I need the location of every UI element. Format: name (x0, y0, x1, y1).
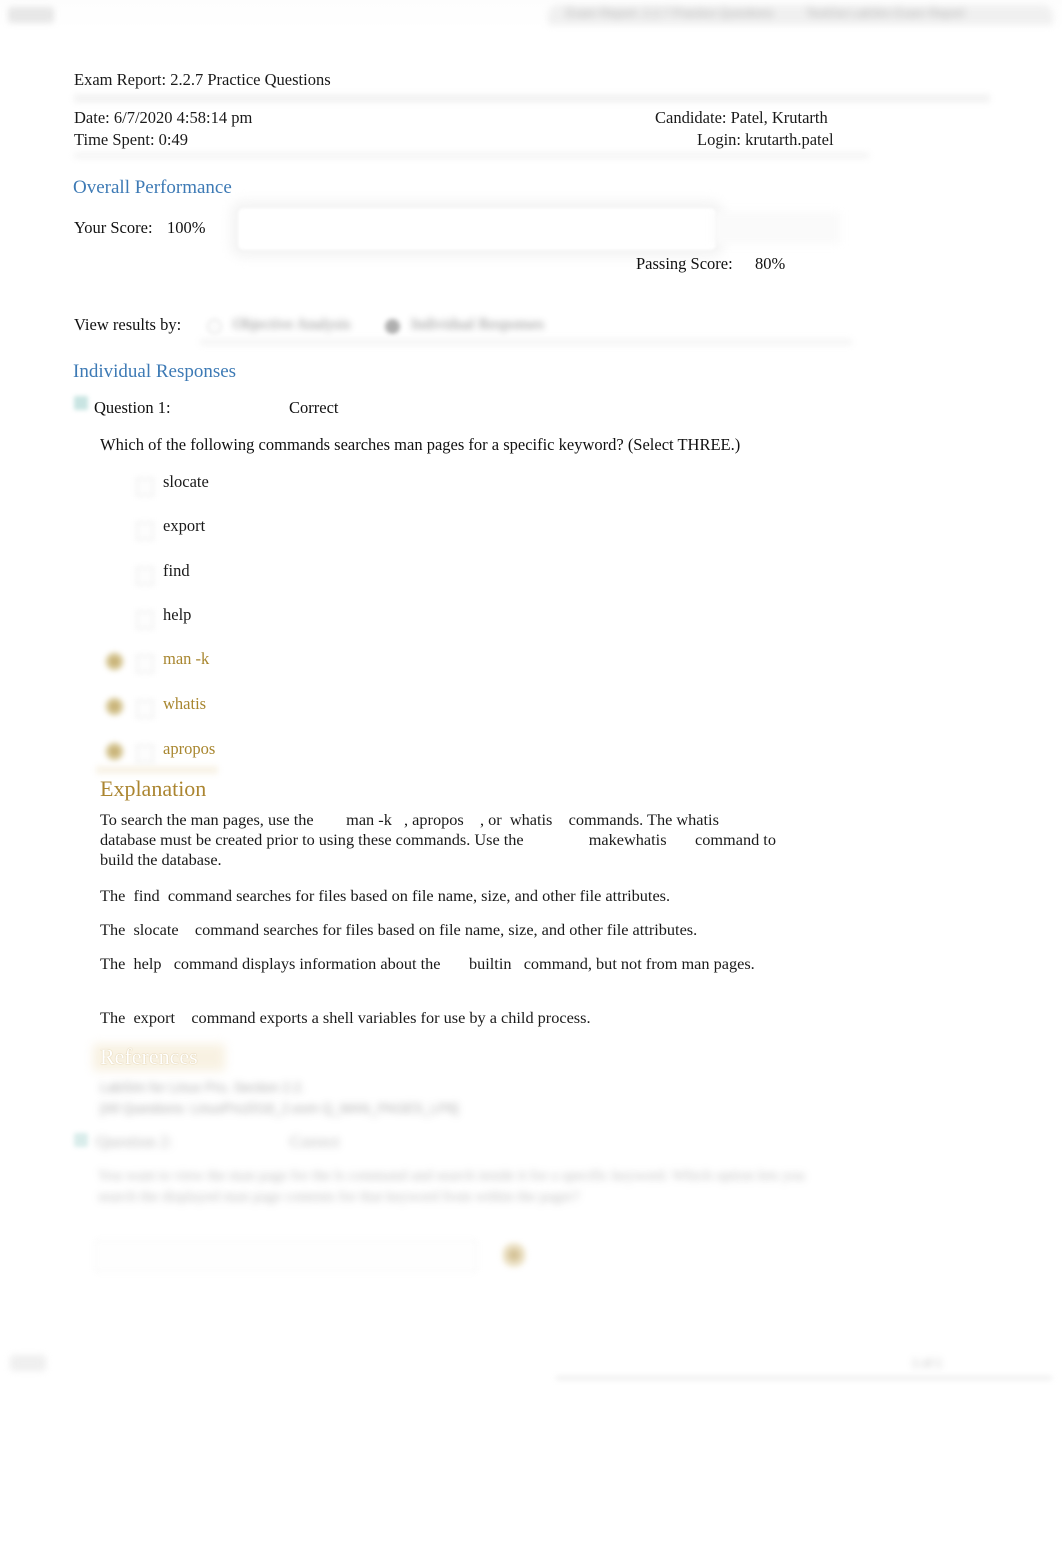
explanation-paragraph: The export command exports a shell varia… (100, 1008, 591, 1027)
your-score-label: Your Score: (74, 218, 153, 237)
correct-check-icon (74, 1133, 88, 1147)
passing-score-label: Passing Score: (636, 254, 733, 273)
meta-divider (74, 152, 869, 159)
question-2-result: Correct (290, 1132, 340, 1151)
report-login: Login: krutarth.patel (697, 130, 834, 149)
explanation-paragraph: The find command searches for files base… (100, 886, 671, 905)
checkbox-icon[interactable] (136, 478, 154, 496)
report-candidate: Candidate: Patel, Krutarth (655, 108, 828, 127)
correct-answer-check-icon (105, 742, 124, 761)
question-1-label: Question 1: (94, 398, 171, 417)
explanation-heading: Explanation (100, 776, 207, 801)
question-2-text: You want to view the man page for the ls… (98, 1168, 805, 1205)
view-results-by-label: View results by: (74, 315, 182, 334)
exam-report-page: Exam Report: 2.2.7 Practice Questions Te… (0, 0, 1062, 1561)
radio-label-individual-responses[interactable]: Individual Responses (411, 316, 544, 334)
correct-answer-check-icon (502, 1242, 526, 1268)
question-1-result: Correct (289, 398, 339, 417)
reference-line[interactable]: LabSim for Linux Pro, Section 2.2. (100, 1080, 305, 1095)
footer-page-chip[interactable] (10, 1355, 46, 1371)
answer-option-label: slocate (163, 472, 209, 491)
question-2-answer-field[interactable] (95, 1240, 477, 1272)
checkbox-icon[interactable] (136, 655, 154, 673)
reference-line[interactable]: [All Questions: LinuxPro2018_2.exm Q_MAN… (100, 1101, 458, 1116)
checkbox-icon[interactable] (136, 522, 154, 540)
browser-tab-title: Exam Report: 2.2.7 Practice Questions (566, 6, 774, 20)
explanation-paragraph: To search the man pages, use the man -k … (100, 810, 776, 869)
explanation-paragraph: The help command displays information ab… (100, 954, 755, 973)
score-progress-bar-tail (714, 212, 840, 244)
answer-option-label: apropos (163, 739, 216, 758)
report-time-spent: Time Spent: 0:49 (74, 130, 188, 149)
checkbox-icon[interactable] (136, 700, 154, 718)
references-heading: References (100, 1044, 198, 1069)
browser-chrome: Exam Report: 2.2.7 Practice Questions Te… (0, 0, 1062, 30)
explanation-paragraph: The slocate command searches for files b… (100, 920, 698, 939)
section-heading-overall-performance: Overall Performance (73, 177, 232, 198)
radio-label-objective-analysis[interactable]: Objective Analysis (233, 316, 351, 334)
correct-check-icon (74, 396, 88, 410)
browser-tab-chip[interactable] (8, 7, 54, 23)
page-title: Exam Report: 2.2.7 Practice Questions (74, 70, 331, 89)
correct-answer-check-icon (105, 652, 124, 671)
checkbox-icon[interactable] (136, 611, 154, 629)
footer-page-number: 1 of 1 (912, 1356, 943, 1370)
question-2-label: Question 2: (96, 1132, 173, 1151)
passing-score-value: 80% (755, 254, 786, 273)
radio-icon-individual-responses[interactable] (385, 319, 400, 334)
explanation-highlight (96, 766, 218, 774)
score-progress-bar (237, 207, 717, 251)
correct-answer-check-icon (105, 697, 124, 716)
answer-option-label: man -k (163, 649, 210, 668)
question-1-text: Which of the following commands searches… (100, 435, 741, 454)
answer-option-label: help (163, 605, 192, 624)
footer-divider (556, 1376, 1052, 1380)
report-date: Date: 6/7/2020 4:58:14 pm (74, 108, 253, 127)
answer-option-label: find (163, 561, 190, 580)
title-divider (74, 94, 990, 103)
checkbox-icon[interactable] (136, 745, 154, 763)
answer-option-label: whatis (163, 694, 207, 713)
radio-icon-objective-analysis[interactable] (207, 319, 222, 334)
checkbox-icon[interactable] (136, 567, 154, 585)
your-score-value: 100% (167, 218, 206, 237)
section-heading-individual-responses: Individual Responses (73, 361, 237, 382)
answer-option-label: export (163, 516, 206, 535)
view-results-divider (200, 338, 852, 346)
browser-address-text: TestOut LabSim Exam Report (806, 6, 965, 20)
